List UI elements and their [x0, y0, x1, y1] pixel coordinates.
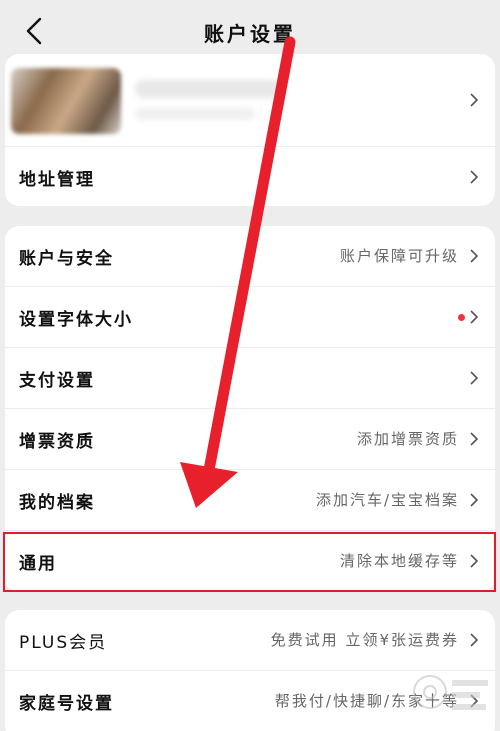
- profile-row[interactable]: [5, 54, 495, 146]
- settings-card: 账户与安全 账户保障可升级 设置字体大小 支付设置 增票资质 添加增票资质 我的…: [5, 226, 495, 592]
- row-font-size[interactable]: 设置字体大小: [5, 287, 495, 348]
- blurred-username: [135, 80, 285, 98]
- watermark-logo-icon: [413, 675, 488, 710]
- chevron-right-icon: [470, 554, 479, 568]
- row-value: 账户保障可升级: [339, 247, 459, 265]
- chevron-right-icon: [470, 432, 479, 446]
- row-label: 家庭号设置: [19, 694, 114, 714]
- row-label: 账户与安全: [19, 249, 114, 269]
- chevron-right-icon: [470, 93, 479, 107]
- row-label: 设置字体大小: [19, 310, 133, 330]
- profile-card: 地址管理: [5, 54, 495, 206]
- row-account-security[interactable]: 账户与安全 账户保障可升级: [5, 226, 495, 287]
- row-label: 支付设置: [19, 371, 95, 391]
- chevron-right-icon: [470, 371, 479, 385]
- row-value: 添加增票资质: [356, 430, 459, 448]
- row-address-management[interactable]: 地址管理: [5, 146, 495, 206]
- chevron-right-icon: [470, 310, 479, 324]
- row-general[interactable]: 通用 清除本地缓存等: [5, 531, 495, 592]
- blurred-userinfo: [135, 108, 255, 120]
- row-label: PLUS会员: [19, 633, 108, 653]
- chevron-right-icon: [470, 493, 479, 507]
- row-value: 免费试用 立领¥张运费券: [270, 631, 459, 649]
- row-label: 增票资质: [19, 432, 95, 452]
- row-payment-settings[interactable]: 支付设置: [5, 348, 495, 409]
- chevron-right-icon: [470, 633, 479, 647]
- page-title: 账户设置: [204, 22, 296, 46]
- row-value: 清除本地缓存等: [339, 552, 459, 570]
- header-bar: 账户设置: [0, 0, 500, 62]
- row-value: 添加汽车/宝宝档案: [315, 491, 459, 509]
- chevron-right-icon: [470, 170, 479, 184]
- notification-dot: [458, 314, 465, 321]
- chevron-right-icon: [470, 249, 479, 263]
- row-plus-member[interactable]: PLUS会员 免费试用 立领¥张运费券: [5, 610, 495, 671]
- row-my-profile[interactable]: 我的档案 添加汽车/宝宝档案: [5, 470, 495, 531]
- row-invoice-qualification[interactable]: 增票资质 添加增票资质: [5, 409, 495, 470]
- row-label: 地址管理: [19, 170, 95, 190]
- row-label: 我的档案: [19, 493, 95, 513]
- row-label: 通用: [19, 554, 57, 574]
- avatar: [11, 68, 121, 134]
